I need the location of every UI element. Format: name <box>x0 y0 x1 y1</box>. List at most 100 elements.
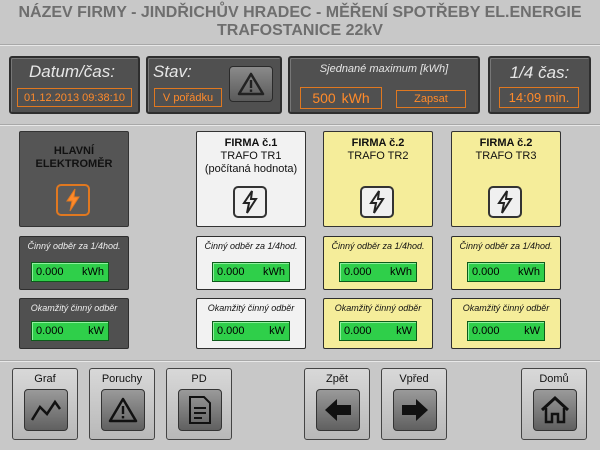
arrow-left-icon <box>316 389 360 431</box>
datetime-label: Datum/čas: <box>29 62 115 81</box>
meter-label: Okamžitý činný odběr <box>334 303 422 313</box>
lightning-icon <box>497 190 513 214</box>
value: 0.000 <box>472 325 500 337</box>
lightning-icon <box>369 190 385 214</box>
firm-2-tr3-button[interactable] <box>488 186 522 218</box>
firm-2-tr3-quarter-meter: Činný odběr za 1/4hod. 0.000 kWh <box>451 236 561 290</box>
graph-icon <box>24 389 68 431</box>
value-display: 0.000 kW <box>339 321 417 341</box>
firm-1-button[interactable] <box>233 186 267 218</box>
firm-2-tr2-quarter-meter: Činný odběr za 1/4hod. 0.000 kWh <box>323 236 433 290</box>
main-meter-card: HLAVNÍ ELEKTROMĚR <box>19 131 129 227</box>
agreed-max-label: Sjednané maximum [kWh] <box>319 63 449 75</box>
document-icon <box>178 389 222 431</box>
meter-label: Činný odběr za 1/4hod. <box>459 241 553 251</box>
card-title: FIRMA č.1 <box>224 137 278 149</box>
firm-1-quarter-meter: Činný odběr za 1/4hod. 0.000 kWh <box>196 236 306 290</box>
value: 0.000 <box>36 325 64 337</box>
value: 0.000 <box>344 325 372 337</box>
divider <box>0 44 600 46</box>
firm-2-tr3-instant-meter: Okamžitý činný odběr 0.000 kW <box>451 298 561 349</box>
firm-2-tr2-button[interactable] <box>360 186 394 218</box>
value-display: 0.000 kWh <box>31 262 109 282</box>
value-display: 0.000 kWh <box>339 262 417 282</box>
home-icon <box>533 389 577 431</box>
unit: kWh <box>518 266 540 278</box>
main-meter-button[interactable] <box>56 184 90 216</box>
datetime-value: 01.12.2013 09:38:10 <box>17 88 132 107</box>
firm-1-card: FIRMA č.1 TRAFO TR1 (počítaná hodnota) <box>196 131 306 227</box>
faults-button[interactable]: Poruchy <box>89 368 155 440</box>
meter-label: Okamžitý činný odběr <box>30 303 118 313</box>
meter-label: Okamžitý činný odběr <box>462 303 550 313</box>
forward-button[interactable]: Vpřed <box>381 368 447 440</box>
nav-label: Domů <box>539 373 569 385</box>
meter-label: Činný odběr za 1/4hod. <box>204 241 298 251</box>
quarter-value: 14:09 min. <box>499 87 579 108</box>
unit: kW <box>524 325 540 337</box>
lightning-icon <box>66 188 80 212</box>
card-sub: TRAFO TR3 <box>475 150 537 162</box>
lightning-icon <box>242 190 258 214</box>
firm-1-instant-meter: Okamžitý činný odběr 0.000 kW <box>196 298 306 349</box>
unit: kWh <box>390 266 412 278</box>
arrow-right-icon <box>393 389 437 431</box>
nav-label: Zpět <box>325 373 348 385</box>
card-title: FIRMA č.2 <box>479 137 533 149</box>
value: 0.000 <box>36 266 64 278</box>
nav-label: Poruchy <box>101 373 143 385</box>
value: 0.000 <box>217 325 245 337</box>
value-display: 0.000 kWh <box>467 262 545 282</box>
graph-button[interactable]: Graf <box>12 368 78 440</box>
warning-icon <box>237 72 265 96</box>
value: 0.000 <box>344 266 372 278</box>
value-display: 0.000 kW <box>31 321 109 341</box>
card-sub: TRAFO TR2 <box>347 150 409 162</box>
agreed-max-unit: kWh <box>341 90 370 106</box>
card-title: HLAVNÍ <box>53 145 95 157</box>
state-panel: Stav: V pořádku <box>146 56 282 114</box>
unit: kW <box>269 325 285 337</box>
firm-2-tr2-card: FIRMA č.2 TRAFO TR2 <box>323 131 433 227</box>
unit: kW <box>88 325 104 337</box>
agreed-max-field[interactable]: 500 kWh <box>300 87 382 109</box>
title-line-2: TRAFOSTANICE 22kV <box>217 22 383 39</box>
nav-label: Vpřed <box>399 373 429 385</box>
meter-label: Činný odběr za 1/4hod. <box>27 241 121 251</box>
datetime-panel: Datum/čas: 01.12.2013 09:38:10 <box>9 56 140 114</box>
quarter-label: 1/4 čas: <box>509 63 570 82</box>
card-title: FIRMA č.2 <box>351 137 405 149</box>
meter-label: Činný odběr za 1/4hod. <box>331 241 425 251</box>
agreed-max-value: 500 <box>312 90 336 106</box>
card-title-2: ELEKTROMĚR <box>35 158 113 170</box>
quarter-panel: 1/4 čas: 14:09 min. <box>488 56 591 114</box>
value-display: 0.000 kWh <box>212 262 290 282</box>
meter-label: Okamžitý činný odběr <box>207 303 295 313</box>
firm-2-tr3-card: FIRMA č.2 TRAFO TR3 <box>451 131 561 227</box>
main-instant-meter: Okamžitý činný odběr 0.000 kW <box>19 298 129 349</box>
unit: kWh <box>263 266 285 278</box>
warning-icon <box>101 389 145 431</box>
title-line-1: NÁZEV FIRMY - JINDŘICHŮV HRADEC - MĚŘENÍ… <box>18 4 582 21</box>
state-value: V pořádku <box>154 88 222 107</box>
value: 0.000 <box>472 266 500 278</box>
back-button[interactable]: Zpět <box>304 368 370 440</box>
divider <box>0 360 600 362</box>
warning-button[interactable] <box>229 66 273 102</box>
nav-label: PD <box>191 373 207 385</box>
state-label: Stav: <box>153 62 192 81</box>
firm-2-tr2-instant-meter: Okamžitý činný odběr 0.000 kW <box>323 298 433 349</box>
divider <box>0 124 600 126</box>
save-button[interactable]: Zapsat <box>396 90 466 108</box>
nav-label: Graf <box>34 373 56 385</box>
pd-button[interactable]: PD <box>166 368 232 440</box>
value: 0.000 <box>217 266 245 278</box>
page-title: NÁZEV FIRMY - JINDŘICHŮV HRADEC - MĚŘENÍ… <box>0 0 600 43</box>
value-display: 0.000 kW <box>467 321 545 341</box>
home-button[interactable]: Domů <box>521 368 587 440</box>
card-sub-2: (počítaná hodnota) <box>204 163 298 175</box>
main-quarter-meter: Činný odběr za 1/4hod. 0.000 kWh <box>19 236 129 290</box>
card-sub: TRAFO TR1 <box>220 150 282 162</box>
unit: kW <box>396 325 412 337</box>
value-display: 0.000 kW <box>212 321 290 341</box>
